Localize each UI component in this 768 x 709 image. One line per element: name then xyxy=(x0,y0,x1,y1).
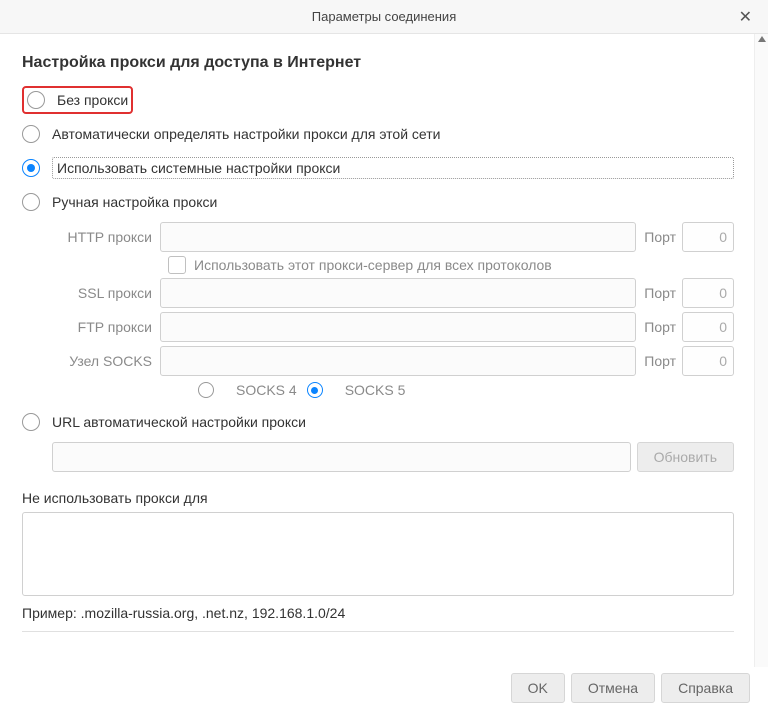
radio-row-system: Использовать системные настройки прокси xyxy=(22,154,734,182)
radio-row-auto-url: URL автоматической настройки прокси xyxy=(22,408,734,436)
vertical-scrollbar[interactable] xyxy=(754,34,768,667)
radio-manual[interactable] xyxy=(22,193,40,211)
section-title: Настройка прокси для доступа в Интернет xyxy=(22,54,734,72)
close-icon[interactable]: ✕ xyxy=(733,5,758,29)
radio-auto-url-label: URL автоматической настройки прокси xyxy=(52,414,306,430)
radio-manual-label: Ручная настройка прокси xyxy=(52,194,217,210)
share-proxy-checkbox[interactable] xyxy=(168,256,186,274)
ssl-port-label: Порт xyxy=(636,285,682,301)
dialog-content: Настройка прокси для доступа в Интернет … xyxy=(0,34,754,667)
ftp-port-label: Порт xyxy=(636,319,682,335)
ftp-proxy-input[interactable] xyxy=(160,312,636,342)
radio-auto-detect[interactable] xyxy=(22,125,40,143)
radio-row-manual: Ручная настройка прокси xyxy=(22,188,734,216)
socks-port-label: Порт xyxy=(636,353,682,369)
ssl-proxy-label: SSL прокси xyxy=(52,285,160,301)
highlight-no-proxy: Без прокси xyxy=(22,86,133,114)
http-proxy-label: HTTP прокси xyxy=(52,229,160,245)
titlebar: Параметры соединения ✕ xyxy=(0,0,768,34)
radio-socks5-label: SOCKS 5 xyxy=(345,382,406,398)
radio-socks4-label: SOCKS 4 xyxy=(236,382,297,398)
socks-proxy-label: Узел SOCKS xyxy=(52,353,160,369)
radio-auto-url[interactable] xyxy=(22,413,40,431)
ok-button[interactable]: OK xyxy=(511,673,565,703)
scroll-up-icon[interactable] xyxy=(758,36,766,42)
radio-auto-detect-label: Автоматически определять настройки прокс… xyxy=(52,126,440,142)
divider xyxy=(22,631,734,632)
auto-url-input-row: Обновить xyxy=(52,442,734,472)
window-title: Параметры соединения xyxy=(312,9,456,24)
ssl-proxy-row: SSL прокси Порт xyxy=(52,278,734,308)
socks-proxy-row: Узел SOCKS Порт xyxy=(52,346,734,376)
radio-row-auto-detect: Автоматически определять настройки прокс… xyxy=(22,120,734,148)
share-proxy-row: Использовать этот прокси-сервер для всех… xyxy=(168,256,734,274)
http-port-label: Порт xyxy=(636,229,682,245)
no-proxy-example: Пример: .mozilla-russia.org, .net.nz, 19… xyxy=(22,605,734,621)
http-proxy-row: HTTP прокси Порт xyxy=(52,222,734,252)
ftp-proxy-label: FTP прокси xyxy=(52,319,160,335)
radio-system-label: Использовать системные настройки прокси xyxy=(52,157,734,179)
radio-row-no-proxy: Без прокси xyxy=(22,86,734,114)
ftp-proxy-row: FTP прокси Порт xyxy=(52,312,734,342)
radio-no-proxy[interactable] xyxy=(27,91,45,109)
dialog-footer: OK Отмена Справка xyxy=(0,667,768,709)
share-proxy-label: Использовать этот прокси-сервер для всех… xyxy=(194,257,552,273)
ftp-port-input[interactable] xyxy=(682,312,734,342)
reload-button[interactable]: Обновить xyxy=(637,442,734,472)
help-button[interactable]: Справка xyxy=(661,673,750,703)
auto-url-input[interactable] xyxy=(52,442,631,472)
socks-port-input[interactable] xyxy=(682,346,734,376)
radio-system[interactable] xyxy=(22,159,40,177)
ssl-port-input[interactable] xyxy=(682,278,734,308)
cancel-button[interactable]: Отмена xyxy=(571,673,655,703)
socks-version-row: SOCKS 4 SOCKS 5 xyxy=(198,382,734,398)
manual-proxy-fields: HTTP прокси Порт Использовать этот прокс… xyxy=(52,222,734,398)
no-proxy-for-label: Не использовать прокси для xyxy=(22,490,734,506)
socks-proxy-input[interactable] xyxy=(160,346,636,376)
no-proxy-for-textarea[interactable] xyxy=(22,512,734,596)
ssl-proxy-input[interactable] xyxy=(160,278,636,308)
http-proxy-input[interactable] xyxy=(160,222,636,252)
http-port-input[interactable] xyxy=(682,222,734,252)
radio-socks5[interactable] xyxy=(307,382,323,398)
radio-socks4[interactable] xyxy=(198,382,214,398)
radio-no-proxy-label: Без прокси xyxy=(57,92,128,108)
